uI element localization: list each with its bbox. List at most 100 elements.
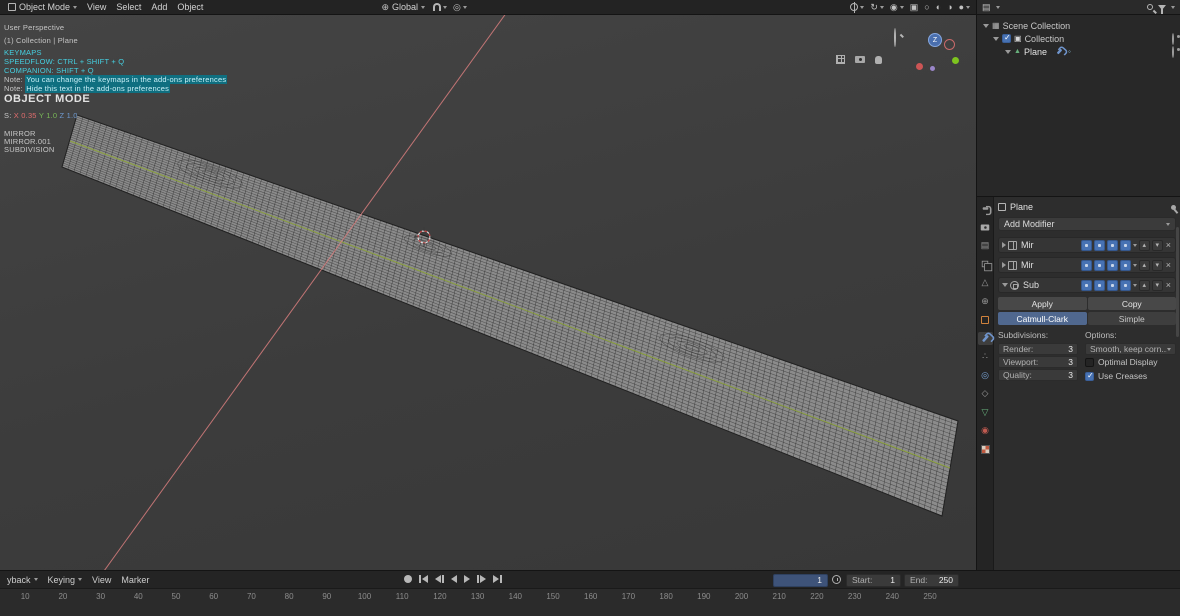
menu-select[interactable]: Select [111, 0, 146, 14]
start-frame-field[interactable]: Start: 1 [846, 573, 901, 587]
menu-keying[interactable]: Keying [43, 571, 88, 588]
optimal-display-row[interactable]: Optimal Display [1085, 356, 1176, 368]
collapse-icon[interactable] [1002, 283, 1008, 287]
mode-selector[interactable]: Object Mode [3, 0, 82, 14]
move-view-icon[interactable] [875, 55, 882, 64]
menu-view-timeline[interactable]: View [87, 571, 116, 588]
show-render-toggle[interactable] [1080, 239, 1092, 251]
tab-scene[interactable]: △ [978, 276, 993, 289]
snap-toggle[interactable] [430, 3, 450, 11]
gizmo-x-axis-handle[interactable] [916, 63, 923, 70]
gizmo-y-axis-handle[interactable] [952, 57, 959, 64]
tab-constraints[interactable]: ◇ [978, 387, 993, 400]
tab-modifiers[interactable] [977, 331, 993, 345]
use-creases-checkbox[interactable]: ✓ [1085, 371, 1094, 381]
uv-smooth-dropdown[interactable]: Smooth, keep corn... [1085, 343, 1176, 355]
expand-icon[interactable] [993, 36, 999, 41]
modifier-row-mirror[interactable]: Mir ▴ ▾ × [998, 237, 1176, 253]
pin-icon[interactable] [1171, 204, 1176, 210]
tab-object-data[interactable]: ▽ [978, 406, 993, 419]
show-viewport-toggle[interactable] [1093, 239, 1105, 251]
timeline-ruler[interactable]: 10 20 30 40 50 60 70 80 90 100 110 120 130 140 150 160 1… [0, 588, 1180, 616]
navigation-gizmo[interactable]: Z [908, 23, 970, 81]
prev-keyframe-button[interactable] [435, 575, 444, 583]
show-editmode-toggle[interactable] [1106, 279, 1118, 291]
gizmo-z-axis-handle[interactable]: Z [928, 33, 942, 47]
move-down-button[interactable]: ▾ [1151, 239, 1163, 251]
gizmo-x-neg-handle[interactable] [944, 39, 955, 50]
optimal-display-checkbox[interactable] [1085, 357, 1094, 367]
menu-marker[interactable]: Marker [116, 571, 154, 588]
close-icon[interactable]: × [1165, 280, 1172, 290]
orientation-selector[interactable]: ⊕ Global [376, 0, 430, 14]
use-creases-row[interactable]: ✓ Use Creases [1085, 370, 1176, 382]
current-frame-field[interactable]: 1 [773, 573, 828, 587]
tab-output[interactable]: ▤ [978, 239, 993, 252]
shading-wireframe-button[interactable]: ○ [921, 2, 932, 12]
clock-icon[interactable] [832, 575, 841, 584]
menu-view[interactable]: View [82, 0, 111, 14]
move-up-button[interactable]: ▴ [1138, 259, 1150, 271]
close-icon[interactable]: × [1165, 260, 1172, 270]
show-viewport-toggle[interactable] [1093, 259, 1105, 271]
simple-button[interactable]: Simple [1087, 312, 1176, 325]
modifier-row-subdivision[interactable]: Sub ▴ ▾ × [998, 277, 1176, 293]
tab-render[interactable] [978, 221, 993, 234]
render-subdivisions-field[interactable]: Render: 3 [998, 343, 1078, 355]
show-editmode-toggle[interactable] [1106, 259, 1118, 271]
gizmo-center-handle[interactable] [930, 66, 935, 71]
shading-rendered-button[interactable]: ● [956, 2, 973, 12]
move-down-button[interactable]: ▾ [1151, 279, 1163, 291]
show-gizmo-toggle[interactable]: ↻ [867, 2, 887, 13]
tab-world[interactable]: ⊕ [978, 295, 993, 308]
menu-add[interactable]: Add [146, 0, 172, 14]
expand-icon[interactable] [983, 23, 989, 28]
show-render-toggle[interactable] [1080, 259, 1092, 271]
show-oncage-toggle[interactable] [1119, 239, 1131, 251]
proportional-editing-toggle[interactable]: ◎ [450, 2, 470, 13]
search-icon[interactable] [1147, 4, 1153, 10]
play-reverse-button[interactable] [451, 575, 457, 583]
show-oncage-toggle[interactable] [1119, 259, 1131, 271]
camera-view-icon[interactable] [855, 56, 865, 63]
plane-mesh[interactable] [0, 15, 976, 570]
jump-to-start-button[interactable] [419, 575, 428, 583]
extras-chevron-icon[interactable] [1132, 283, 1137, 287]
add-modifier-dropdown[interactable]: Add Modifier [998, 217, 1176, 231]
expand-icon[interactable] [1002, 242, 1006, 248]
visibility-eye-icon[interactable] [1172, 45, 1174, 58]
tab-object[interactable] [978, 313, 993, 326]
modifier-row-mirror-001[interactable]: Mir ▴ ▾ × [998, 257, 1176, 273]
tab-view-layer[interactable] [978, 258, 993, 272]
play-button[interactable] [464, 575, 470, 583]
outliner-row-scene-collection[interactable]: ▦ Scene Collection [977, 19, 1180, 32]
close-icon[interactable]: × [1165, 240, 1172, 250]
menu-playback[interactable]: yback [2, 571, 43, 588]
xray-toggle[interactable]: ▣ [907, 2, 922, 13]
catmull-clark-button[interactable]: Catmull-Clark [998, 312, 1087, 325]
outliner-row-plane[interactable]: ▲ Plane ◦ [977, 45, 1180, 58]
pivot-point-selector[interactable] [847, 2, 867, 13]
shading-solid-button[interactable]: ◐ [933, 2, 944, 12]
show-viewport-toggle[interactable] [1093, 279, 1105, 291]
tab-particles[interactable]: ∴ [978, 350, 993, 363]
menu-object[interactable]: Object [172, 0, 208, 14]
show-oncage-toggle[interactable] [1119, 279, 1131, 291]
show-overlays-toggle[interactable]: ◉ [887, 2, 907, 13]
shading-material-button[interactable]: ◑ [944, 2, 955, 12]
apply-button[interactable]: Apply [998, 297, 1087, 310]
extras-chevron-icon[interactable] [1132, 243, 1137, 247]
expand-icon[interactable] [1002, 262, 1006, 268]
show-editmode-toggle[interactable] [1106, 239, 1118, 251]
quality-field[interactable]: Quality: 3 [998, 369, 1078, 381]
viewport-3d[interactable]: User Perspective (1) Collection | Plane … [0, 15, 976, 570]
expand-icon[interactable] [1005, 49, 1011, 54]
collection-checkbox[interactable]: ✓ [1002, 33, 1011, 43]
extras-chevron-icon[interactable] [1132, 263, 1137, 267]
tab-texture[interactable] [978, 443, 993, 456]
next-keyframe-button[interactable] [477, 575, 486, 583]
move-up-button[interactable]: ▴ [1138, 279, 1150, 291]
scrollbar[interactable] [1176, 227, 1179, 337]
show-render-toggle[interactable] [1080, 279, 1092, 291]
grid-icon[interactable] [836, 55, 845, 64]
